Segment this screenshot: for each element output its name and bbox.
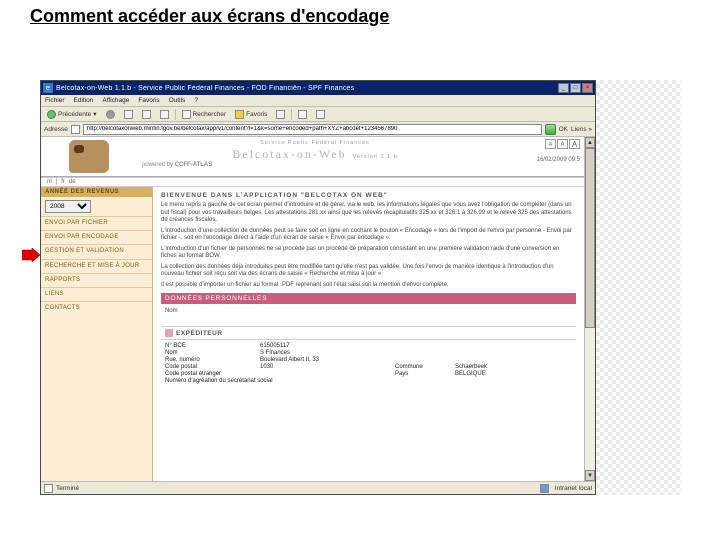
browser-window: e Belcotax-on-Web 1.1.b - Service Public… [40,80,596,495]
callout-arrow [22,248,40,262]
mail-button[interactable] [295,108,310,120]
slide-title: Comment accéder aux écrans d'encodage [30,6,389,27]
status-bar: Terminé Intranet local [41,481,595,494]
back-icon [47,110,56,119]
scroll-up-button[interactable]: ▲ [585,137,595,148]
address-input[interactable] [83,124,542,135]
print-button[interactable] [313,108,328,120]
field-row: Code postal1030CommuneSchaerbeek [165,364,572,370]
print-icon [316,110,325,119]
window-titlebar: e Belcotax-on-Web 1.1.b - Service Public… [41,81,595,95]
mail-icon [298,110,307,119]
star-icon [235,110,244,119]
sidebar-item-liens[interactable]: LIENS [41,287,152,301]
year-select[interactable]: 2008 [45,200,91,213]
forward-button[interactable] [103,108,118,120]
vertical-scrollbar[interactable]: ▲ ▼ [584,137,595,481]
stop-icon [124,110,133,119]
sidebar-item-envoi-encodage[interactable]: ENVOI PAR ENCODAGE [41,230,152,244]
nom-block: Nom [161,304,576,326]
lang-fr[interactable]: fr [61,179,65,185]
scroll-down-button[interactable]: ▼ [585,470,595,481]
go-label: OK [559,126,568,133]
lang-de[interactable]: de [69,179,76,185]
sidebar-item-envoi-fichier[interactable]: ENVOI PAR FICHIER [41,216,152,230]
field-row: Code postal étrangerPaysBELGIQUE [165,371,572,377]
lang-bar: nl | fr de [41,177,584,187]
font-large-button[interactable]: A [569,139,580,149]
doc-para: La collection des données déjà introduit… [161,264,576,279]
section-donnees-personnelles: DONNÉES PERSONNELLES [161,293,576,304]
scroll-track[interactable] [585,148,595,470]
sidebar-item-gestion[interactable]: GESTION ET VALIDATION [41,244,152,258]
doc-para: L'introduction d'une collection de donné… [161,228,576,243]
year-select-row: 2008 [41,197,152,216]
logo [41,137,136,176]
status-icon [44,484,53,493]
refresh-button[interactable] [139,108,154,120]
lion-icon [69,140,109,173]
ie-icon: e [43,83,53,93]
doc-para: L'introduction d'un fichier de personnes… [161,246,576,261]
security-zone: Intranet local [555,485,592,492]
font-med-button[interactable]: A [557,139,568,149]
app-banner: Service Public Fédéral Finances Belcotax… [41,137,584,177]
window-title: Belcotax-on-Web 1.1.b - Service Public F… [56,85,558,92]
forward-icon [106,110,115,119]
home-icon [160,110,169,119]
menu-view[interactable]: Affichage [102,97,129,104]
doc-heading: BIENVENUE DANS L'APPLICATION "BELCOTAX O… [161,192,576,199]
sidebar-item-contacts[interactable]: CONTACTS [41,301,152,315]
refresh-icon [142,110,151,119]
expediteur-fields: N° BCE615005117 NomS Finances Rue, numér… [161,340,576,388]
checker-background [596,80,681,495]
back-button[interactable]: Précédente ▾ [44,108,100,120]
home-button[interactable] [157,108,172,120]
address-bar: Adresse OK Liens » [41,122,595,137]
sidebar-item-recherche[interactable]: RECHERCHE ET MISE À JOUR [41,259,152,273]
field-row: Numéro d'agréation du secrétariat social [165,378,572,384]
menu-file[interactable]: Fichier [45,97,65,104]
search-button[interactable]: Rechercher [179,108,230,120]
favorites-button[interactable]: Favoris [232,108,270,120]
page-icon [71,125,80,134]
maximize-button[interactable]: □ [570,83,581,93]
links-menu[interactable]: Liens » [571,126,592,133]
sidebar: ANNÉE DES REVENUS 2008 ENVOI PAR FICHIER… [41,187,153,481]
close-button[interactable]: × [582,83,593,93]
sidebar-caption: ANNÉE DES REVENUS [41,187,152,197]
menu-bar: Fichier Edition Affichage Favoris Outils… [41,95,595,107]
field-row: NomS Finances [165,350,572,356]
field-row: Rue, numéroBoulevard Albert II, 33 [165,357,572,363]
app-version: Version 1.1.b [353,154,398,160]
minimize-button[interactable]: _ [558,83,569,93]
banner-timestamp: 16/02/2009 09:5 [498,157,580,163]
font-small-button[interactable]: A [545,139,556,149]
doc-para: Le menu repris à gauche de cet écran per… [161,202,576,225]
history-button[interactable] [273,108,288,120]
app-name: Belcotax-on-Web [232,147,346,162]
scroll-thumb[interactable] [585,148,595,328]
status-text: Terminé [56,485,79,492]
menu-tools[interactable]: Outils [169,97,186,104]
atlas-brand: powered by CCFF-ATLAS [142,162,488,168]
history-icon [276,110,285,119]
menu-fav[interactable]: Favoris [138,97,159,104]
address-label: Adresse [44,126,68,133]
lang-nl[interactable]: nl [47,179,52,185]
menu-edit[interactable]: Edition [74,97,94,104]
nom-label: Nom [161,304,576,318]
field-row: N° BCE615005117 [165,343,572,349]
go-button[interactable] [545,124,556,135]
zone-icon [540,484,549,493]
nav-toolbar: Précédente ▾ Rechercher Favoris [41,107,595,122]
doc-para: Il est possible d'importer un fichier au… [161,282,576,290]
main-document: BIENVENUE DANS L'APPLICATION "BELCOTAX O… [153,187,584,481]
section-expediteur: EXPÉDITEUR [161,326,576,340]
menu-help[interactable]: ? [194,97,198,104]
sidebar-item-rapports[interactable]: RAPPORTS [41,273,152,287]
expediteur-icon [165,329,173,337]
search-icon [182,110,191,119]
stop-button[interactable] [121,108,136,120]
